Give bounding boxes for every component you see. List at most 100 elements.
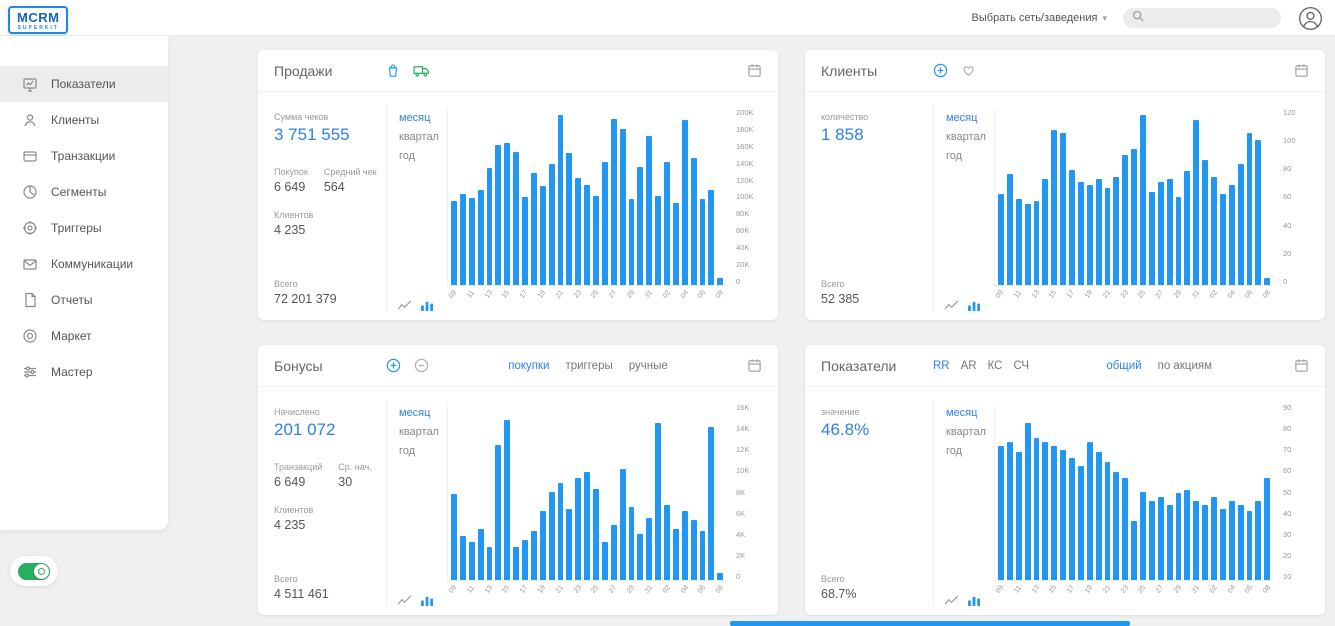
bar-bonuses-18[interactable] — [530, 531, 537, 580]
logo[interactable]: MCRM SUPERKIT — [8, 6, 69, 34]
period-tab-год[interactable]: год — [399, 445, 443, 457]
bar-clients-13[interactable] — [1033, 200, 1040, 285]
bar-clients-30[interactable] — [1184, 171, 1191, 285]
period-tab-квартал[interactable]: квартал — [399, 131, 443, 143]
bar-clients-09[interactable] — [998, 193, 1004, 285]
bar-sales-25[interactable] — [593, 195, 599, 285]
bar-bonuses-20[interactable] — [548, 491, 555, 580]
line-chart-icon[interactable] — [397, 300, 412, 311]
bar-sales-24[interactable] — [584, 185, 590, 285]
bar-indicators-29[interactable] — [1175, 493, 1182, 580]
minus-circle-icon[interactable] — [414, 358, 429, 373]
period-tab-квартал[interactable]: квартал — [946, 426, 990, 438]
bar-indicators-08[interactable] — [1264, 477, 1271, 580]
tab-триггеры[interactable]: триггеры — [565, 360, 612, 372]
bar-indicators-16[interactable] — [1060, 450, 1066, 580]
toggle-switch[interactable] — [18, 562, 50, 580]
period-tab-месяц[interactable]: месяц — [399, 112, 443, 124]
bar-sales-27[interactable] — [610, 118, 617, 285]
bar-clients-15[interactable] — [1051, 130, 1058, 285]
tab-покупки[interactable]: покупки — [508, 360, 549, 372]
bar-sales-03[interactable] — [672, 202, 679, 285]
bar-bonuses-06[interactable] — [699, 531, 706, 580]
profile-icon[interactable] — [1297, 5, 1323, 31]
bar-bonuses-09[interactable] — [451, 493, 457, 580]
bar-indicators-02[interactable] — [1211, 497, 1217, 580]
bar-bonuses-24[interactable] — [584, 471, 590, 580]
network-select[interactable]: Выбрать сеть/заведения ▾ — [972, 12, 1107, 24]
bar-clients-14[interactable] — [1042, 178, 1049, 285]
bar-sales-23[interactable] — [575, 177, 582, 285]
bar-bonuses-03[interactable] — [672, 529, 679, 580]
bar-clients-11[interactable] — [1015, 199, 1022, 285]
sidebar-item-segments[interactable]: Сегменты — [0, 174, 168, 210]
bar-indicators-21[interactable] — [1104, 462, 1111, 580]
bar-indicators-10[interactable] — [1006, 442, 1013, 580]
bar-indicators-17[interactable] — [1069, 458, 1075, 580]
bar-clients-06[interactable] — [1246, 133, 1253, 285]
bar-sales-08[interactable] — [717, 277, 724, 285]
heart-icon[interactable] — [961, 63, 976, 78]
sidebar-item-communications[interactable]: Коммуникации — [0, 246, 168, 282]
bar-indicators-20[interactable] — [1095, 452, 1102, 580]
bar-bonuses-21[interactable] — [557, 482, 564, 580]
bar-bonuses-30[interactable] — [637, 533, 644, 580]
bar-clients-03[interactable] — [1219, 193, 1226, 285]
bar-sales-01[interactable] — [655, 195, 661, 285]
bar-indicators-14[interactable] — [1042, 442, 1049, 580]
sidebar-item-triggers[interactable]: Триггеры — [0, 210, 168, 246]
bar-sales-21[interactable] — [557, 115, 564, 285]
bar-sales-09[interactable] — [451, 200, 457, 285]
bar-indicators-25[interactable] — [1140, 491, 1146, 580]
bar-sales-10[interactable] — [459, 193, 466, 285]
bar-indicators-06[interactable] — [1246, 511, 1253, 580]
bar-indicators-04[interactable] — [1228, 501, 1235, 580]
bar-sales-22[interactable] — [566, 153, 573, 285]
bar-sales-30[interactable] — [637, 167, 644, 285]
sidebar-item-clients[interactable]: Клиенты — [0, 102, 168, 138]
bar-indicators-30[interactable] — [1184, 489, 1191, 580]
period-tab-квартал[interactable]: квартал — [946, 131, 990, 143]
bar-clients-31[interactable] — [1193, 119, 1200, 285]
period-tab-год[interactable]: год — [399, 150, 443, 162]
bar-bonuses-08[interactable] — [717, 573, 724, 580]
bar-indicators-24[interactable] — [1131, 521, 1137, 580]
bar-indicators-15[interactable] — [1051, 446, 1058, 580]
search-box[interactable] — [1123, 8, 1292, 28]
bar-bonuses-14[interactable] — [495, 445, 502, 580]
bar-indicators-19[interactable] — [1086, 442, 1093, 580]
tab-ar[interactable]: AR — [961, 360, 977, 372]
bar-bonuses-17[interactable] — [522, 540, 528, 580]
bar-clients-02[interactable] — [1211, 177, 1217, 285]
bar-sales-28[interactable] — [619, 129, 626, 285]
bar-bonuses-23[interactable] — [575, 478, 582, 580]
bar-sales-07[interactable] — [708, 190, 715, 285]
bar-clients-05[interactable] — [1237, 164, 1244, 285]
tab-ручные[interactable]: ручные — [629, 360, 668, 372]
line-chart-icon[interactable] — [397, 595, 412, 606]
plus-circle-icon[interactable] — [933, 63, 948, 78]
bar-sales-31[interactable] — [646, 136, 653, 285]
bar-bonuses-31[interactable] — [646, 518, 653, 580]
bar-clients-21[interactable] — [1104, 187, 1111, 285]
period-tab-месяц[interactable]: месяц — [399, 407, 443, 419]
bar-indicators-22[interactable] — [1113, 471, 1120, 580]
bar-clients-10[interactable] — [1006, 174, 1013, 285]
bar-bonuses-05[interactable] — [690, 520, 697, 580]
bar-clients-01[interactable] — [1202, 159, 1208, 285]
line-chart-icon[interactable] — [944, 595, 959, 606]
bar-sales-26[interactable] — [601, 162, 608, 285]
bar-clients-27[interactable] — [1157, 181, 1164, 285]
bar-clients-08[interactable] — [1264, 277, 1271, 285]
bar-clients-23[interactable] — [1122, 155, 1129, 285]
tab-кс[interactable]: КС — [988, 360, 1003, 372]
bar-chart-icon[interactable] — [968, 595, 981, 606]
sidebar-item-metrics[interactable]: Показатели — [0, 66, 168, 102]
bar-clients-16[interactable] — [1060, 133, 1066, 285]
bar-indicators-31[interactable] — [1193, 501, 1200, 580]
calendar-icon[interactable] — [1294, 63, 1309, 78]
bar-indicators-11[interactable] — [1015, 452, 1022, 580]
bar-indicators-26[interactable] — [1148, 501, 1155, 580]
bar-sales-12[interactable] — [477, 190, 484, 285]
calendar-icon[interactable] — [747, 63, 762, 78]
